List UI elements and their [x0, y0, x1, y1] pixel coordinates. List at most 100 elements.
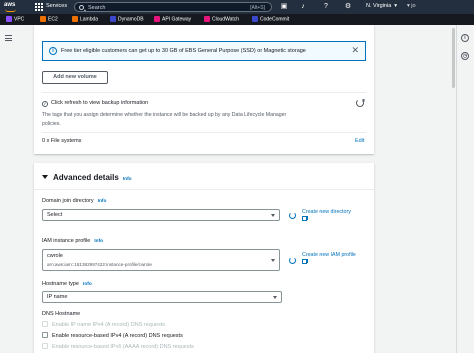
refresh-icon[interactable] — [356, 99, 364, 107]
domain-join-value: Select — [47, 212, 63, 218]
backup-title: Click refresh to view backup information — [51, 100, 149, 106]
dynamodb-icon — [110, 16, 116, 22]
advanced-details-title: Advanced details — [53, 173, 119, 182]
favorite-dynamodb[interactable]: DynamoDB — [110, 16, 144, 23]
checkbox-box[interactable] — [42, 332, 48, 338]
chevron-down-icon: ▾ — [394, 3, 398, 9]
favorite-lambda[interactable]: Lambda — [72, 16, 98, 23]
checkbox-label: Enable resource-based IPv6 (AAAA record)… — [52, 344, 194, 350]
backup-description: The tags that you assign determine wheth… — [42, 112, 287, 127]
divider — [42, 92, 366, 93]
favorite-codecommit[interactable]: CodeCommit — [252, 16, 289, 23]
advanced-details-panel: Advanced details Info Domain join directo… — [34, 163, 374, 353]
history-clock-icon[interactable]: ◷ — [461, 52, 469, 60]
hostname-type-select[interactable]: IP name — [42, 291, 282, 303]
advanced-details-header[interactable]: Advanced details Info — [42, 173, 132, 182]
link-text: Create new directory — [302, 209, 351, 215]
dropdown-arrow-icon — [271, 214, 275, 217]
top-navigation: aws Services Search [Alt+S] ▣ ♪ ? ⚙ N. V… — [0, 0, 474, 14]
hostname-type-label: Hostname type Info — [42, 281, 92, 287]
favorite-label: CloudWatch — [212, 16, 240, 23]
hostname-info-link[interactable]: Info — [83, 282, 92, 287]
add-new-volume-button[interactable]: Add new volume — [42, 71, 108, 84]
info-panel-icon[interactable]: i — [461, 34, 469, 42]
favorite-label: CodeCommit — [260, 16, 290, 23]
favorite-api-gateway[interactable]: API Gateway — [154, 16, 191, 23]
services-menu[interactable]: Services — [46, 3, 67, 9]
iam-profile-label: IAM instance profile Info — [42, 238, 103, 244]
caret-down-icon — [42, 175, 48, 179]
storage-panel: i Free tier eligible customers can get u… — [34, 25, 374, 154]
search-placeholder: Search — [88, 4, 106, 11]
info-circle-icon: i — [49, 47, 57, 55]
checkbox-label: Enable resource-based IPv4 (A record) DN… — [52, 333, 183, 339]
create-iam-profile-link[interactable]: Create new IAM profile — [302, 251, 356, 267]
external-link-icon — [302, 215, 308, 221]
dns-resource-ipv6-checkbox: Enable resource-based IPv6 (AAAA record)… — [42, 343, 194, 350]
dns-resource-ipv4-checkbox[interactable]: Enable resource-based IPv4 (A record) DN… — [42, 332, 183, 339]
field-label: Hostname type — [42, 281, 79, 287]
divider — [42, 132, 366, 133]
field-label: Domain join directory — [42, 198, 94, 204]
search-shortcut: [Alt+S] — [250, 4, 265, 11]
favorite-label: EC2 — [48, 16, 58, 23]
link-text: Create new IAM profile — [302, 252, 356, 258]
settings-gear-icon[interactable]: ⚙ — [344, 3, 352, 11]
ec2-icon — [40, 16, 46, 22]
iam-profile-value: cwrole — [47, 253, 63, 259]
api-gateway-icon — [154, 16, 160, 22]
field-label: IAM instance profile — [42, 238, 91, 244]
refresh-iam-icon[interactable] — [289, 257, 296, 264]
info-link[interactable]: Info — [123, 177, 132, 182]
favorite-label: Lambda — [80, 16, 99, 23]
iam-profile-select[interactable]: cwrole arn:aws:iam::181382997422:instanc… — [42, 249, 280, 271]
menu-hamburger-icon[interactable] — [5, 35, 12, 41]
vpc-icon — [6, 16, 12, 22]
domain-join-label: Domain join directory Info — [42, 198, 106, 204]
region-label: N. Virginia — [366, 3, 392, 9]
free-tier-alert: i Free tier eligible customers can get u… — [42, 41, 366, 61]
checkbox-label: Enable IP name IPv4 (A record) DNS reque… — [52, 322, 166, 328]
account-menu[interactable]: ▾ jo — [407, 3, 416, 9]
favorite-cloudwatch[interactable]: CloudWatch — [204, 16, 239, 23]
favorite-label: API Gateway — [162, 16, 192, 23]
aws-smile-icon — [5, 9, 16, 12]
search-icon — [79, 4, 84, 10]
favorite-ec2[interactable]: EC2 — [40, 16, 58, 23]
cloudshell-icon[interactable]: ▣ — [280, 3, 288, 11]
checkbox-box — [42, 321, 48, 327]
aws-logo-text: aws — [4, 2, 16, 8]
favorite-label: DynamoDB — [118, 16, 144, 23]
dns-ip-name-checkbox: Enable IP name IPv4 (A record) DNS reque… — [42, 321, 165, 328]
notifications-icon[interactable]: ♪ — [299, 3, 307, 11]
codecommit-icon — [252, 16, 258, 22]
search-input[interactable]: Search [Alt+S] — [74, 2, 272, 12]
right-utility-rail: i ◷ — [456, 25, 474, 353]
services-grid-icon[interactable] — [35, 3, 43, 11]
lambda-icon — [72, 16, 78, 22]
favorite-label: VPC — [14, 16, 25, 23]
close-icon[interactable]: ✕ — [351, 45, 359, 56]
region-selector[interactable]: N. Virginia ▾ — [366, 3, 397, 9]
backup-info: ✓ Click refresh to view backup informatio… — [42, 100, 148, 107]
favorites-bar: VPC EC2 Lambda DynamoDB API Gateway Clou… — [0, 14, 474, 25]
hostname-type-value: IP name — [47, 294, 68, 300]
dropdown-arrow-icon — [273, 296, 277, 299]
checkbox-box — [42, 343, 48, 349]
refresh-directory-icon[interactable] — [289, 212, 296, 219]
dropdown-arrow-icon — [271, 259, 275, 262]
domain-info-link[interactable]: Info — [98, 199, 107, 204]
iam-info-link[interactable]: Info — [94, 239, 103, 244]
iam-profile-arn: arn:aws:iam::181382997422:instance-profi… — [47, 262, 152, 267]
external-link-icon — [302, 258, 308, 264]
edit-file-systems-link[interactable]: Edit — [355, 138, 364, 144]
aws-logo[interactable]: aws — [4, 2, 20, 12]
create-directory-link[interactable]: Create new directory — [302, 208, 351, 224]
cloudwatch-icon — [204, 16, 210, 22]
help-icon[interactable]: ? — [322, 3, 330, 11]
divider — [34, 189, 374, 190]
scrollbar-thumb[interactable] — [452, 28, 455, 88]
alert-text: Free tier eligible customers can get up … — [61, 48, 306, 54]
domain-join-select[interactable]: Select — [42, 209, 280, 221]
favorite-vpc[interactable]: VPC — [6, 16, 24, 23]
